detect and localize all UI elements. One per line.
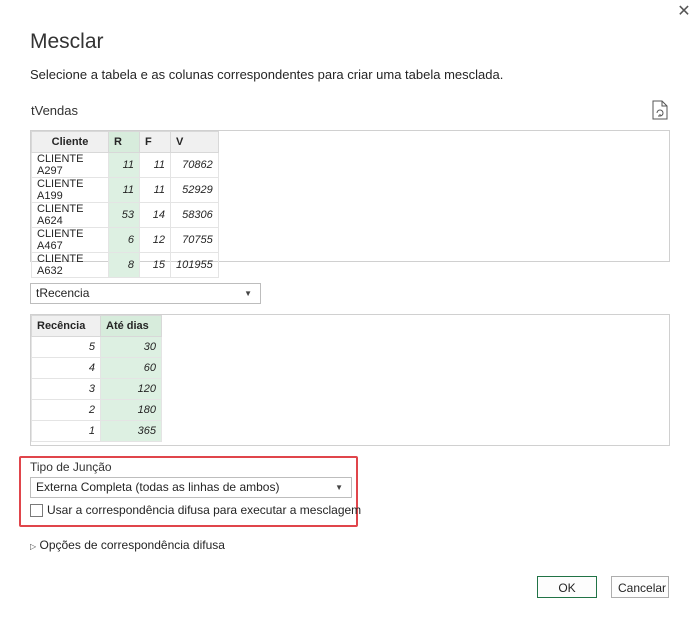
table-cell: 11: [139, 152, 171, 178]
dialog-subtitle: Selecione a tabela e as colunas correspo…: [30, 67, 504, 82]
table-row: 3 120: [31, 378, 162, 400]
close-icon[interactable]: ✕: [676, 4, 692, 20]
table-cell: 14: [139, 202, 171, 228]
second-table-grid: Recência Até dias 5 30 4 60 3 120 2 180: [31, 315, 162, 442]
table-cell: 30: [100, 336, 162, 358]
table-cell: 53: [108, 202, 140, 228]
table-cell: 58306: [170, 202, 219, 228]
table-cell: 6: [108, 227, 140, 253]
table-cell: CLIENTE A467: [31, 227, 109, 253]
chevron-right-icon: ▷: [30, 542, 37, 551]
table-cell: 120: [100, 378, 162, 400]
table-row: CLIENTE A199 11 11 52929: [31, 177, 219, 203]
table-cell: 180: [100, 399, 162, 421]
column-header-r[interactable]: R: [108, 131, 140, 153]
first-table-preview: Cliente R F V CLIENTE A297 11 11 70862 C…: [30, 130, 670, 278]
join-type-dropdown[interactable]: Externa Completa (todas as linhas de amb…: [30, 477, 352, 498]
table-cell: CLIENTE A624: [31, 202, 109, 228]
column-header-f[interactable]: F: [139, 131, 171, 153]
table-cell: 365: [100, 420, 162, 442]
refresh-preview-icon[interactable]: [651, 100, 669, 120]
cancel-button[interactable]: Cancelar: [611, 576, 669, 598]
table-cell: 1: [31, 420, 101, 442]
table-cell: CLIENTE A632: [31, 252, 109, 278]
join-type-label: Tipo de Junção: [30, 460, 112, 474]
table-cell: 4: [31, 357, 101, 379]
column-header-cliente[interactable]: Cliente: [31, 131, 109, 153]
table-cell: 60: [100, 357, 162, 379]
table-cell: 101955: [170, 252, 219, 278]
chevron-down-icon: ▼: [335, 483, 343, 492]
table-cell: 5: [31, 336, 101, 358]
first-table-name: tVendas: [31, 103, 78, 118]
table-row: 4 60: [31, 357, 162, 379]
second-table-preview: Recência Até dias 5 30 4 60 3 120 2 180: [30, 314, 670, 446]
table-cell: CLIENTE A199: [31, 177, 109, 203]
ok-button[interactable]: OK: [537, 576, 597, 598]
table-cell: 52929: [170, 177, 219, 203]
table-row: 1 365: [31, 420, 162, 442]
table-cell: 12: [139, 227, 171, 253]
table-row: CLIENTE A624 53 14 58306: [31, 202, 219, 228]
table-row: CLIENTE A632 8 15 101955: [31, 252, 219, 278]
dialog-title: Mesclar: [30, 30, 104, 53]
table-cell: 70755: [170, 227, 219, 253]
table-row: 5 30: [31, 336, 162, 358]
table-row: CLIENTE A467 6 12 70755: [31, 227, 219, 253]
table-cell: 15: [139, 252, 171, 278]
first-table-grid: Cliente R F V CLIENTE A297 11 11 70862 C…: [31, 131, 219, 278]
table-row: 2 180: [31, 399, 162, 421]
table-cell: 11: [108, 152, 140, 178]
second-table-dropdown[interactable]: tRecencia ▼: [30, 283, 261, 304]
table-cell: 8: [108, 252, 140, 278]
column-header-v[interactable]: V: [170, 131, 219, 153]
table-cell: 3: [31, 378, 101, 400]
table-cell: 11: [108, 177, 140, 203]
fuzzy-match-checkbox[interactable]: [30, 504, 43, 517]
column-header-recencia[interactable]: Recência: [31, 315, 101, 337]
table-row: CLIENTE A297 11 11 70862: [31, 152, 219, 178]
table-cell: 2: [31, 399, 101, 421]
chevron-down-icon: ▼: [244, 289, 252, 298]
fuzzy-options-label: Opções de correspondência difusa: [39, 538, 225, 552]
second-table-selected: tRecencia: [36, 286, 90, 300]
column-header-ate-dias[interactable]: Até dias: [100, 315, 162, 337]
table-cell: 11: [139, 177, 171, 203]
fuzzy-options-expander[interactable]: ▷ Opções de correspondência difusa: [30, 538, 225, 552]
table-cell: CLIENTE A297: [31, 152, 109, 178]
join-type-selected: Externa Completa (todas as linhas de amb…: [36, 480, 280, 494]
table-cell: 70862: [170, 152, 219, 178]
fuzzy-match-label[interactable]: Usar a correspondência difusa para execu…: [47, 503, 361, 517]
